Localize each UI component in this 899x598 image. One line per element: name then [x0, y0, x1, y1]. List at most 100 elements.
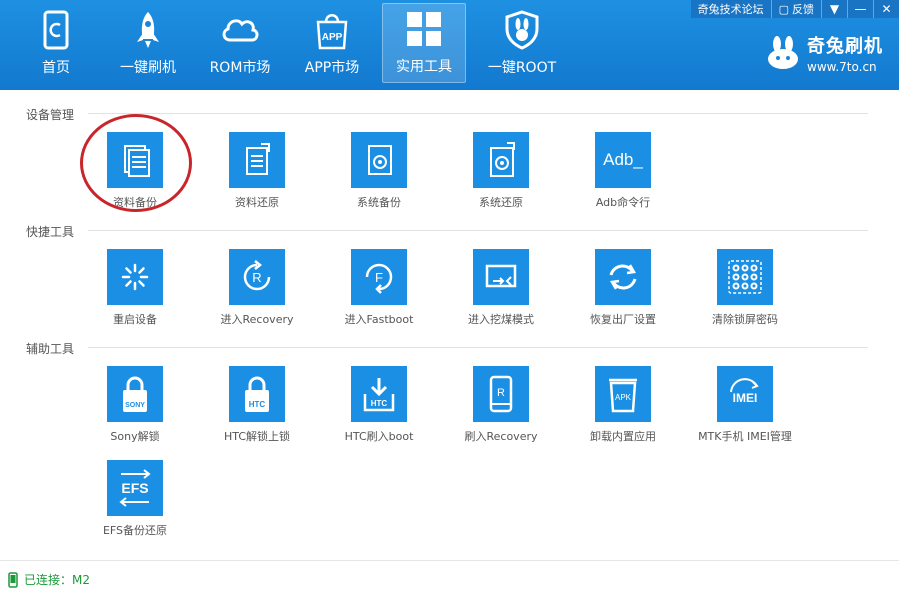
tool-system-backup[interactable]: 系统备份 — [319, 132, 439, 210]
tool-clear-lockscreen-label: 清除锁屏密码 — [712, 313, 778, 326]
tool-download-mode-label: 进入挖煤模式 — [468, 313, 534, 326]
connection-status: 已连接：M2 — [24, 573, 90, 587]
tool-system-restore-label: 系统还原 — [479, 196, 523, 209]
grid-icon — [407, 12, 441, 46]
tool-recovery[interactable]: R 进入Recovery — [197, 249, 317, 327]
tool-sony-unlock[interactable]: SONY Sony解锁 — [75, 366, 195, 444]
tool-download-mode-tile — [473, 249, 529, 305]
adb-terminal-icon: Adb_ — [603, 150, 643, 169]
tool-sony-unlock-label: Sony解锁 — [110, 430, 160, 443]
tool-mtk-imei[interactable]: IMEI MTK手机 IMEI管理 — [685, 366, 805, 444]
tool-htc-boot-label: HTC刷入boot — [344, 430, 414, 443]
highlight-circle — [80, 114, 192, 212]
icon-text: HTC — [249, 400, 266, 409]
tool-clear-lockscreen[interactable]: 清除锁屏密码 — [685, 249, 805, 327]
svg-text:R: R — [252, 270, 261, 285]
phone-icon: R — [489, 375, 513, 413]
shopping-bag-icon: APP — [316, 14, 348, 50]
tool-download-mode[interactable]: 进入挖煤模式 — [441, 249, 561, 327]
padlock-icon: SONY — [123, 376, 147, 412]
rabbit-shield-icon — [505, 10, 539, 50]
brand: 奇兔刷机 www.7to.cn — [765, 32, 883, 74]
section-title-quick: 快捷工具 — [26, 225, 75, 239]
tool-fastboot-label: 进入Fastboot — [344, 313, 414, 326]
app-header: 首页 一键刷机 ROM市场 APP APP市场 实用工具 一键ROOT 奇兔技术… — [0, 0, 899, 90]
tool-efs[interactable]: EFS EFS备份还原 — [75, 460, 195, 538]
feedback-label: 反馈 — [792, 3, 814, 16]
svg-text:APK: APK — [615, 393, 632, 402]
brand-text: 奇兔刷机 www.7to.cn — [807, 32, 883, 74]
tool-flash-recovery-tile: R — [473, 366, 529, 422]
menu-dropdown-button[interactable]: ▼ — [821, 0, 847, 18]
chevron-down-icon: ▼ — [829, 2, 840, 16]
tool-system-backup-tile — [351, 132, 407, 188]
fastboot-cycle-icon: F — [365, 263, 393, 294]
status-bar: 已连接：M2 — [0, 560, 899, 598]
rocket-icon — [137, 12, 159, 48]
nav-tools-label: 实用工具 — [396, 59, 452, 75]
tool-reboot[interactable]: 重启设备 — [75, 249, 195, 327]
tool-htc-boot-tile: HTC — [351, 366, 407, 422]
tool-mtk-imei-tile: IMEI — [717, 366, 773, 422]
nav-rom-market-label: ROM市场 — [209, 60, 271, 76]
refresh-icon — [609, 264, 637, 290]
main-nav: 首页 一键刷机 ROM市场 APP APP市场 实用工具 一键ROOT — [14, 3, 578, 87]
minimize-button[interactable]: — — [847, 0, 873, 18]
tool-htc-unlock-label: HTC解锁上锁 — [223, 430, 291, 443]
imei-icon: IMEI — [730, 378, 759, 405]
recovery-cycle-icon: R — [243, 260, 271, 291]
document-restore-icon — [246, 143, 270, 175]
system-restore-icon — [490, 142, 515, 177]
tool-htc-unlock[interactable]: HTC HTC解锁上锁 — [197, 366, 317, 444]
tool-recovery-label: 进入Recovery — [220, 313, 294, 326]
padlock-icon: HTC — [245, 376, 269, 412]
tool-uninstall-apps-label: 卸载内置应用 — [590, 430, 656, 443]
forum-link[interactable]: 奇兔技术论坛 — [690, 0, 771, 18]
nav-root[interactable]: 一键ROOT — [474, 3, 570, 83]
tool-fastboot[interactable]: F 进入Fastboot — [319, 249, 439, 327]
icon-text: SONY — [125, 402, 145, 409]
nav-home-label: 首页 — [42, 60, 70, 76]
tool-adb-tile: Adb_ — [595, 132, 651, 188]
pattern-lock-icon — [728, 260, 762, 294]
screen-arrows-icon — [485, 264, 517, 288]
tool-restore[interactable]: 资料还原 — [197, 132, 317, 210]
tool-flash-recovery[interactable]: R 刷入Recovery — [441, 366, 561, 444]
nav-app-market-label: APP市场 — [304, 60, 360, 76]
section-divider — [88, 230, 868, 231]
nav-app-market[interactable]: APP APP市场 — [290, 3, 374, 83]
section-title-aux: 辅助工具 — [26, 342, 75, 356]
tool-system-backup-label: 系统备份 — [357, 196, 401, 209]
nav-flash[interactable]: 一键刷机 — [106, 3, 190, 83]
tool-factory-reset-label: 恢复出厂设置 — [590, 313, 656, 326]
tool-recovery-tile: R — [229, 249, 285, 305]
tool-uninstall-apps[interactable]: APK 卸载内置应用 — [563, 366, 683, 444]
tool-restore-label: 资料还原 — [235, 196, 279, 209]
tool-factory-reset[interactable]: 恢复出厂设置 — [563, 249, 683, 327]
tool-restore-tile — [229, 132, 285, 188]
tool-flash-recovery-label: 刷入Recovery — [464, 430, 538, 443]
tool-adb[interactable]: Adb_ Adb命令行 — [563, 132, 683, 210]
tool-uninstall-apps-tile: APK — [595, 366, 651, 422]
brand-url: www.7to.cn — [807, 60, 877, 74]
phone-connected-icon — [8, 571, 18, 588]
section-divider — [88, 347, 868, 348]
tool-factory-reset-tile — [595, 249, 651, 305]
nav-home[interactable]: 首页 — [14, 3, 98, 83]
loading-spinner-icon — [121, 263, 149, 291]
tool-htc-unlock-tile: HTC — [229, 366, 285, 422]
close-icon: ✕ — [881, 2, 892, 16]
nav-tools[interactable]: 实用工具 — [382, 3, 466, 83]
icon-text: HTC — [371, 399, 388, 408]
close-button[interactable]: ✕ — [873, 0, 899, 18]
cloud-icon — [222, 19, 259, 42]
tool-system-restore[interactable]: 系统还原 — [441, 132, 561, 210]
tool-adb-label: Adb命令行 — [595, 196, 651, 209]
feedback-button[interactable]: ▢ 反馈 — [770, 0, 821, 18]
tool-sony-unlock-tile: SONY — [107, 366, 163, 422]
tool-htc-boot[interactable]: HTC HTC刷入boot — [319, 366, 439, 444]
svg-text:F: F — [375, 270, 383, 285]
tool-system-restore-tile — [473, 132, 529, 188]
nav-rom-market[interactable]: ROM市场 — [198, 3, 282, 83]
icon-text: EFS — [121, 480, 148, 496]
